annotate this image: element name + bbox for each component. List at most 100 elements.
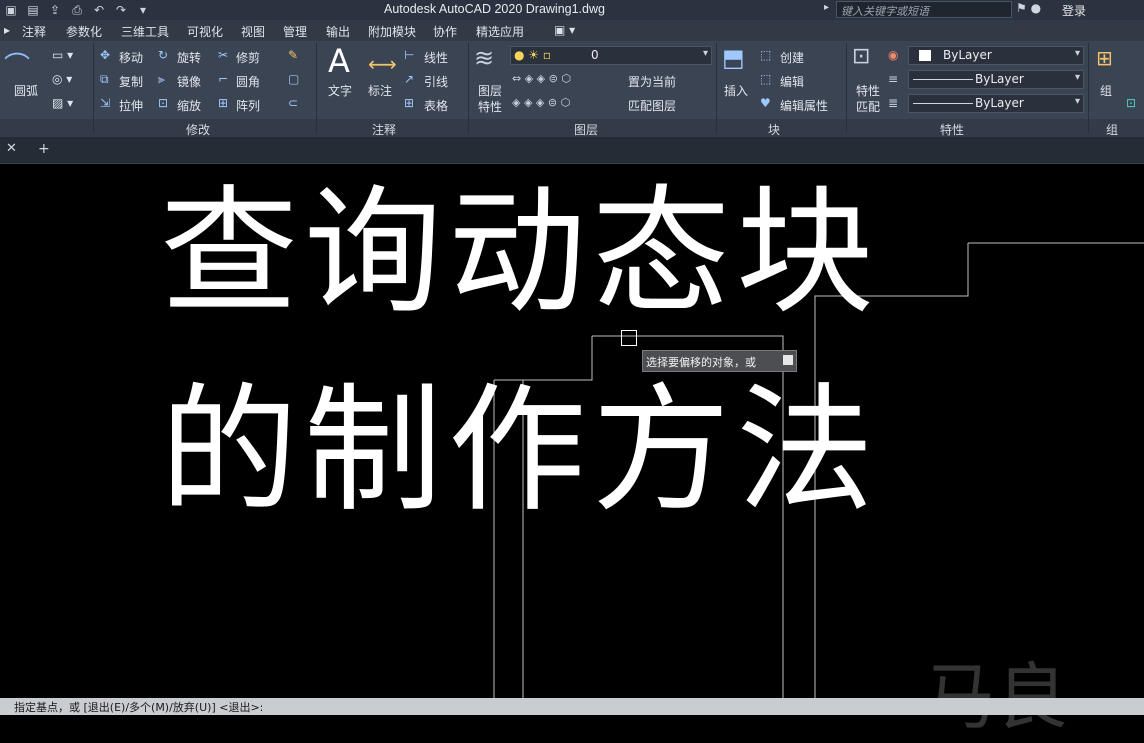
lineweight-dropdown[interactable]: ByLayer ▾ bbox=[908, 94, 1084, 113]
tooltip-text: 选择要偏移的对象，或 bbox=[646, 356, 756, 369]
save-icon[interactable]: ▣ bbox=[2, 1, 20, 19]
arc-icon[interactable]: ⌒ bbox=[4, 46, 30, 83]
menu-collaborate[interactable]: 协作 bbox=[433, 23, 457, 40]
edit-attributes-button[interactable]: 编辑属性 bbox=[780, 97, 828, 114]
login-button[interactable]: 登录 bbox=[1062, 2, 1086, 19]
menu-home-icon[interactable]: ▸ bbox=[4, 23, 10, 37]
table-icon: ⊞ bbox=[404, 96, 415, 110]
line-preview bbox=[913, 103, 973, 104]
linear-button[interactable]: 线性 bbox=[424, 49, 448, 66]
add-tab-icon[interactable]: + bbox=[38, 141, 50, 157]
menu-output[interactable]: 输出 bbox=[326, 23, 350, 40]
separator bbox=[846, 43, 847, 133]
match-properties-line1[interactable]: 特性 bbox=[856, 82, 880, 99]
panel-title-bar bbox=[0, 119, 1144, 137]
command-line[interactable]: 指定基点，或 [退出(E)/多个(M)/放弃(U)] <退出>: bbox=[0, 698, 1144, 715]
block-panel-title[interactable]: 块 bbox=[768, 121, 780, 138]
menu-featured-apps[interactable]: 精选应用 bbox=[476, 23, 524, 40]
modify-panel-title[interactable]: 修改 bbox=[186, 121, 210, 138]
separator bbox=[1088, 43, 1089, 133]
stretch-button[interactable]: 拉伸 bbox=[119, 97, 143, 114]
chevron-down-icon: ▾ bbox=[702, 48, 708, 59]
user-icon[interactable]: ⚑ ● bbox=[1016, 1, 1041, 15]
move-button[interactable]: 移动 bbox=[119, 49, 143, 66]
linetype-value: ByLayer bbox=[975, 72, 1024, 86]
mirror-button[interactable]: 镜像 bbox=[177, 73, 201, 90]
array-button[interactable]: 阵列 bbox=[236, 97, 260, 114]
set-current-button[interactable]: 置为当前 bbox=[628, 73, 676, 90]
save-as-icon[interactable]: ▤ bbox=[24, 1, 42, 19]
separator bbox=[468, 43, 469, 133]
group-button[interactable]: 组 bbox=[1100, 82, 1112, 99]
layer-properties-icon: ≋ bbox=[474, 44, 495, 72]
menu-bar: ▸ 注释 参数化 三维工具 可视化 视图 管理 输出 附加模块 协作 精选应用 … bbox=[0, 20, 1144, 41]
export-icon[interactable]: ⇪ bbox=[46, 1, 64, 19]
explode-icon[interactable]: ▢ bbox=[288, 72, 299, 86]
match-properties-line2[interactable]: 匹配 bbox=[856, 98, 880, 115]
dimension-button[interactable]: 标注 bbox=[368, 82, 392, 99]
trim-icon: ✂ bbox=[218, 48, 229, 62]
menu-manage[interactable]: 管理 bbox=[283, 23, 307, 40]
layer-properties-line2[interactable]: 特性 bbox=[478, 98, 502, 115]
properties-panel-title[interactable]: 特性 bbox=[940, 121, 964, 138]
layer-tools-icons[interactable]: ⇔ ◈ ◈ ⊜ ⬡ bbox=[512, 72, 571, 85]
group-panel-title[interactable]: 组 bbox=[1106, 121, 1118, 138]
text-icon: A bbox=[328, 42, 350, 80]
scale-icon: ⊡ bbox=[158, 96, 169, 110]
create-icon: ⬚ bbox=[760, 48, 772, 62]
pickbox-cursor bbox=[621, 330, 637, 346]
trim-button[interactable]: 修剪 bbox=[236, 49, 260, 66]
command-tooltip: 选择要偏移的对象，或 bbox=[642, 350, 797, 372]
layer-tools2-icons[interactable]: ◈ ◈ ◈ ⊜ ⬡ bbox=[512, 96, 570, 109]
table-button[interactable]: 表格 bbox=[424, 97, 448, 114]
color-wheel-icon: ◉ bbox=[888, 48, 899, 62]
fillet-icon: ⌐ bbox=[218, 72, 229, 86]
menu-view[interactable]: 视图 bbox=[241, 23, 265, 40]
layer-dropdown[interactable]: ● ☀ ▫ 0 ▾ bbox=[510, 46, 712, 65]
copy-button[interactable]: 复制 bbox=[119, 73, 143, 90]
tooltip-input-icon bbox=[783, 355, 793, 365]
scale-button[interactable]: 缩放 bbox=[177, 97, 201, 114]
print-icon[interactable]: ⎙ bbox=[68, 1, 86, 19]
layer-properties-line1[interactable]: 图层 bbox=[478, 82, 502, 99]
create-button[interactable]: 创建 bbox=[780, 49, 804, 66]
insert-icon: ⬒ bbox=[722, 44, 745, 72]
menu-addins[interactable]: 附加模块 bbox=[368, 23, 416, 40]
search-placeholder: 键入关键字或短语 bbox=[841, 5, 929, 18]
group-edit-icon[interactable]: ⊡ bbox=[1126, 96, 1136, 110]
overlay-title-line2: 的制作方法 bbox=[160, 370, 881, 531]
separator bbox=[93, 43, 94, 133]
fillet-button[interactable]: 圆角 bbox=[236, 73, 260, 90]
insert-button[interactable]: 插入 bbox=[724, 82, 748, 99]
color-dropdown[interactable]: ByLayer ▾ bbox=[908, 46, 1084, 65]
rotate-button[interactable]: 旋转 bbox=[177, 49, 201, 66]
ribbon-toggle-icon[interactable]: ▣ ▾ bbox=[554, 23, 575, 37]
circle-icon[interactable]: ◎ ▾ bbox=[52, 72, 72, 86]
text-button[interactable]: 文字 bbox=[328, 82, 352, 99]
close-icon[interactable]: ✕ bbox=[6, 141, 17, 156]
menu-3d-tools[interactable]: 三维工具 bbox=[121, 23, 169, 40]
menu-annotate[interactable]: 注释 bbox=[22, 23, 46, 40]
match-layer-button[interactable]: 匹配图层 bbox=[628, 97, 676, 114]
rectangle-icon[interactable]: ▭ ▾ bbox=[52, 48, 73, 62]
mirror-icon: ⫸ bbox=[158, 72, 165, 86]
edit-attributes-icon: ♥ bbox=[760, 96, 771, 110]
edit-block-button[interactable]: 编辑 bbox=[780, 73, 804, 90]
redo-icon[interactable]: ↷ bbox=[112, 1, 130, 19]
lineweight-value: ByLayer bbox=[975, 96, 1024, 110]
undo-icon[interactable]: ↶ bbox=[90, 1, 108, 19]
hatch-icon[interactable]: ▨ ▾ bbox=[52, 96, 73, 110]
arc-button[interactable]: 圆弧 bbox=[14, 82, 38, 99]
command-line-text: 指定基点，或 [退出(E)/多个(M)/放弃(U)] <退出>: bbox=[14, 701, 264, 714]
customize-icon[interactable]: ▾ bbox=[134, 1, 152, 19]
offset-icon[interactable]: ⊂ bbox=[288, 96, 298, 110]
search-input[interactable]: 键入关键字或短语 bbox=[836, 1, 1012, 18]
menu-parametric[interactable]: 参数化 bbox=[66, 23, 102, 40]
erase-icon[interactable]: ✎ bbox=[288, 48, 298, 62]
linetype-dropdown[interactable]: ByLayer ▾ bbox=[908, 70, 1084, 89]
search-expand-icon[interactable]: ▸ bbox=[824, 2, 829, 13]
annotation-panel-title[interactable]: 注释 bbox=[372, 121, 396, 138]
menu-visualize[interactable]: 可视化 bbox=[187, 23, 223, 40]
layers-panel-title[interactable]: 图层 bbox=[574, 121, 598, 138]
leader-button[interactable]: 引线 bbox=[424, 73, 448, 90]
